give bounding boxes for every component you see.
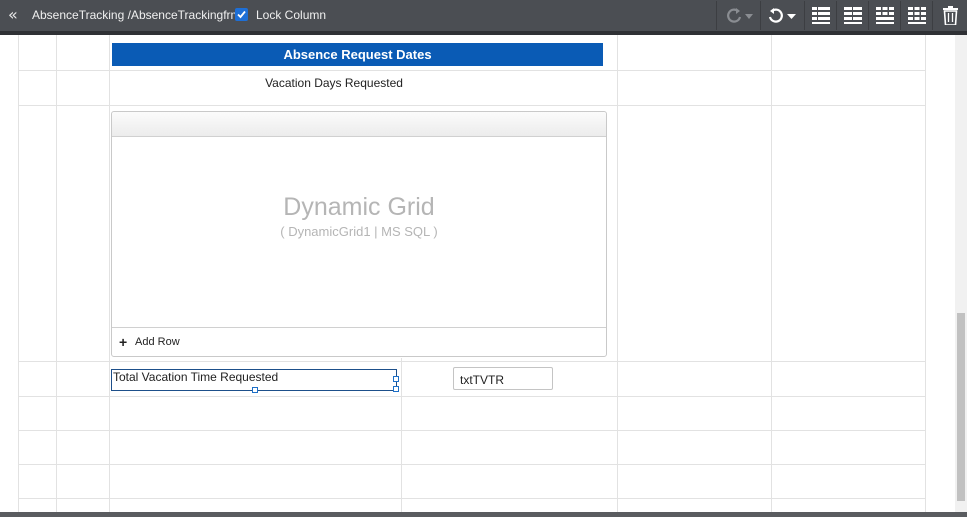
grid-line <box>18 498 926 499</box>
grid-line <box>18 35 19 512</box>
layout-grid-icon <box>812 7 830 24</box>
layout-1-button[interactable] <box>804 1 836 30</box>
total-vacation-label[interactable]: Total Vacation Time Requested <box>111 369 399 393</box>
grid-line <box>18 105 926 106</box>
add-row-label: Add Row <box>135 336 180 348</box>
resize-handle[interactable] <box>252 387 258 393</box>
scrollbar-thumb[interactable] <box>957 313 965 501</box>
vacation-days-label[interactable]: Vacation Days Requested <box>110 76 558 90</box>
lock-column-label: Lock Column <box>256 8 327 22</box>
grid-line <box>109 35 110 512</box>
txt-tvtr-input[interactable]: txtTVTR <box>453 367 553 390</box>
grid-title: Dynamic Grid <box>283 193 435 221</box>
delete-button[interactable] <box>932 1 967 30</box>
section-header[interactable]: Absence Request Dates <box>112 43 603 66</box>
grid-line <box>18 464 926 465</box>
design-canvas: Absence Request Dates Vacation Days Requ… <box>0 31 967 512</box>
grid-line <box>18 396 926 397</box>
grid-subtitle: ( DynamicGrid1 | MS SQL ) <box>280 224 438 239</box>
form-sheet: Absence Request Dates Vacation Days Requ… <box>0 35 955 512</box>
plus-icon: + <box>119 334 128 350</box>
redo-button[interactable] <box>716 1 760 30</box>
layout-2-button[interactable] <box>836 1 868 30</box>
layout-4-button[interactable] <box>900 1 932 30</box>
lock-column-checkbox[interactable] <box>235 8 248 21</box>
layout-grid-icon <box>844 7 862 24</box>
double-chevron-left-icon[interactable]: « <box>8 5 24 25</box>
undo-icon <box>768 8 796 23</box>
redo-icon <box>727 8 753 23</box>
grid-line <box>18 70 926 71</box>
layout-grid-icon <box>876 7 894 24</box>
dynamic-grid[interactable]: Dynamic Grid ( DynamicGrid1 | MS SQL ) +… <box>111 111 607 357</box>
grid-line <box>18 430 926 431</box>
total-vacation-text: Total Vacation Time Requested <box>113 370 279 384</box>
grid-header-bar <box>112 112 606 137</box>
layout-3-button[interactable] <box>868 1 900 30</box>
trash-icon <box>943 6 958 25</box>
bottom-bar <box>0 512 967 517</box>
add-row-button[interactable]: + Add Row <box>112 327 606 356</box>
grid-line <box>401 358 402 512</box>
toolbar: « AbsenceTracking /AbsenceTrackingfrm Lo… <box>0 0 967 31</box>
undo-button[interactable] <box>760 1 804 30</box>
breadcrumb: AbsenceTracking /AbsenceTrackingfrm <box>32 8 241 22</box>
grid-line <box>771 35 772 512</box>
grid-line <box>925 35 926 512</box>
grid-line <box>56 35 57 512</box>
grid-line <box>617 35 618 512</box>
layout-grid-icon <box>908 7 926 24</box>
resize-handle[interactable] <box>393 376 399 382</box>
resize-handle[interactable] <box>393 386 399 392</box>
vertical-scrollbar[interactable] <box>955 35 967 512</box>
grid-line <box>18 361 926 362</box>
